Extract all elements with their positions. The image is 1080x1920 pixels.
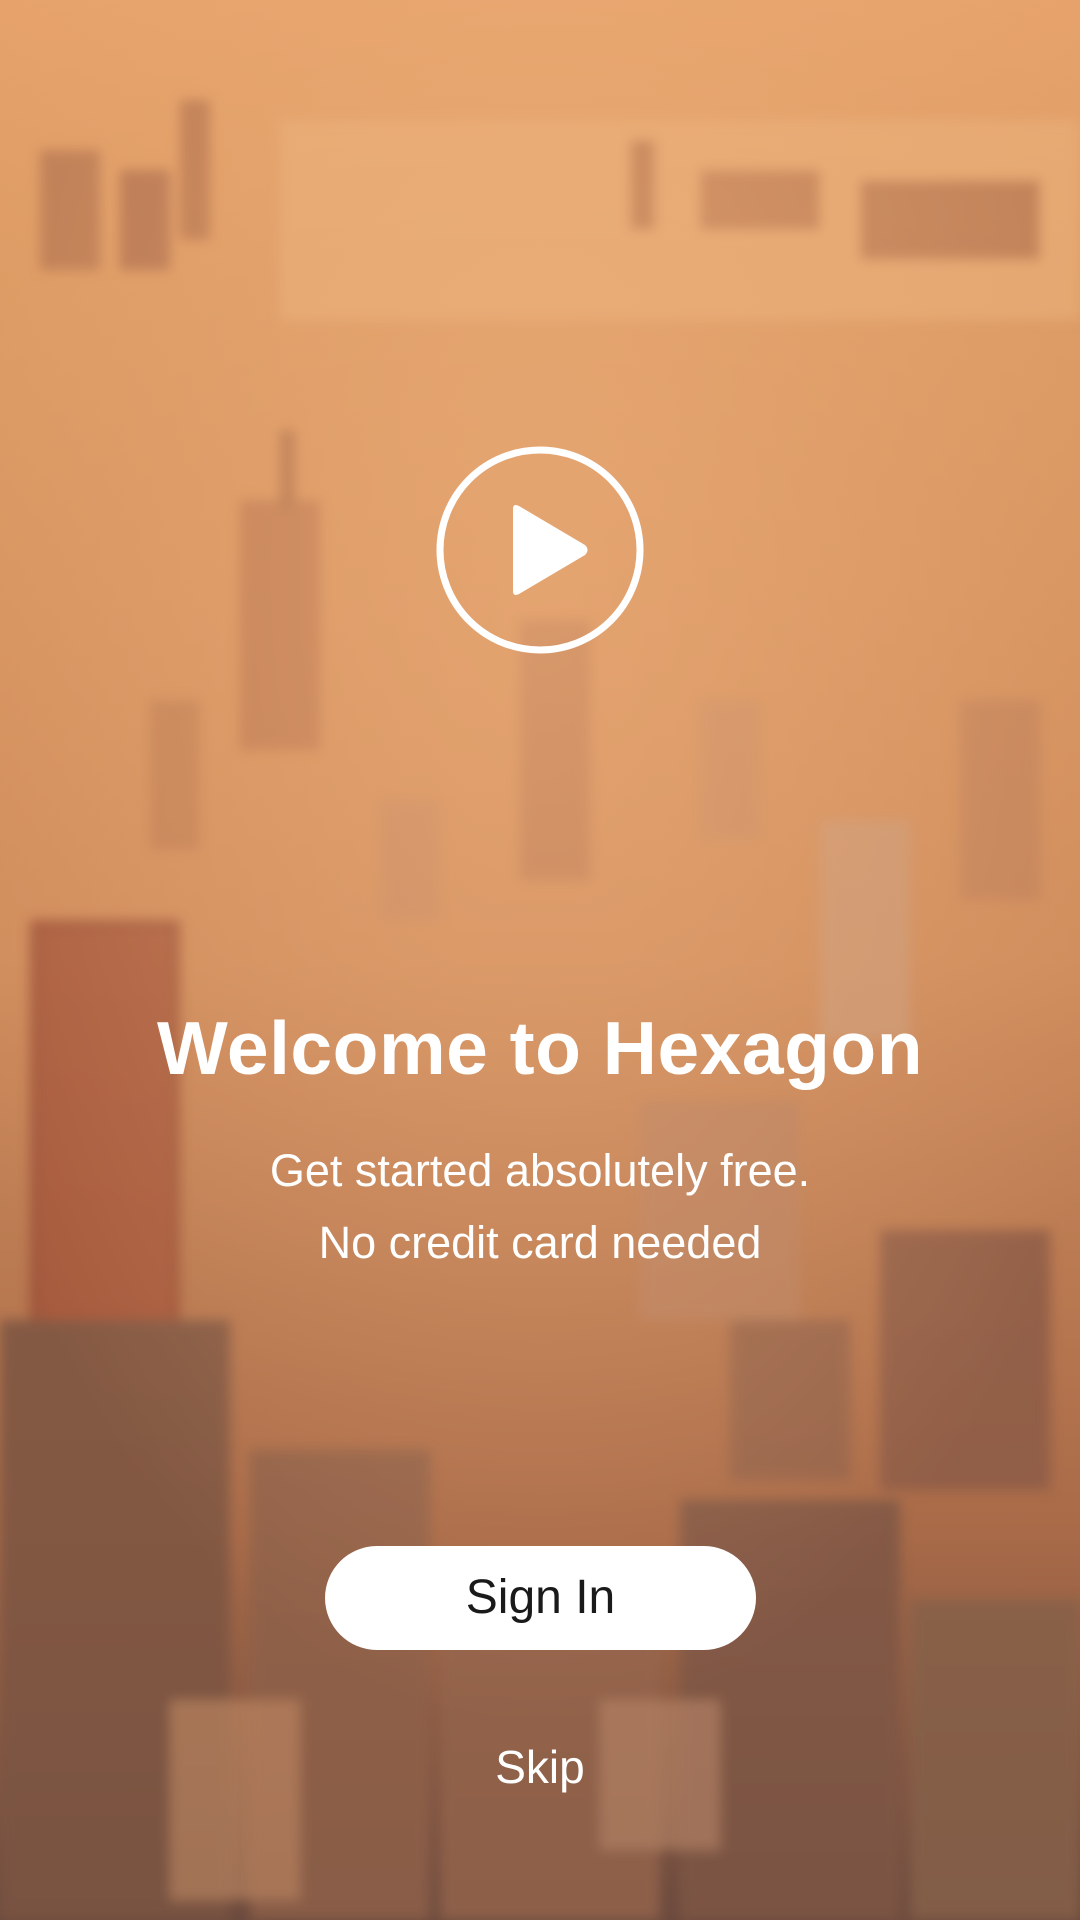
subtitle-line-1: Get started absolutely free. — [269, 1145, 811, 1196]
play-icon — [436, 446, 644, 654]
welcome-screen: Welcome to Hexagon Get started absolutel… — [0, 0, 1080, 1920]
play-video-button[interactable] — [435, 445, 645, 655]
sign-in-button[interactable]: Sign In — [325, 1546, 756, 1650]
subtitle-line-2: No credit card needed — [318, 1217, 762, 1268]
skip-link[interactable]: Skip — [440, 1737, 640, 1797]
welcome-title: Welcome to Hexagon — [156, 1006, 924, 1090]
